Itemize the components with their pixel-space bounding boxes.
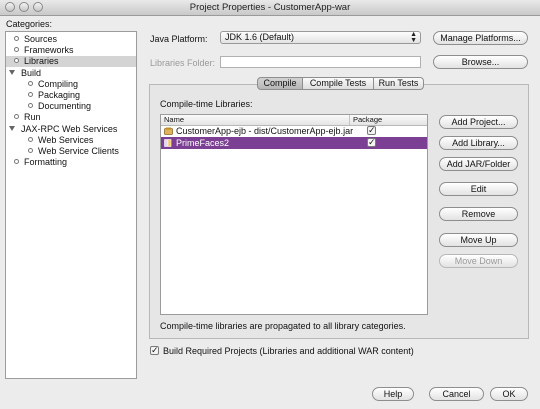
tree-bullet-icon bbox=[28, 80, 33, 86]
categories-tree[interactable]: Sources Frameworks Libraries Build Compiling… bbox=[5, 31, 137, 379]
java-platform-select[interactable]: JDK 1.6 (Default) ▲ ▼ bbox=[220, 31, 421, 44]
tree-item-label: Build bbox=[21, 67, 42, 78]
tree-item-web-services[interactable]: Web Services bbox=[28, 135, 93, 146]
tree-item-label: JAX-RPC Web Services bbox=[21, 123, 118, 134]
tree-item-label: Libraries bbox=[24, 56, 59, 67]
tree-bullet-icon bbox=[28, 148, 33, 153]
propagation-note: Compile-time libraries are propagated to… bbox=[160, 321, 406, 331]
manage-platforms-button[interactable]: Manage Platforms... bbox=[433, 31, 528, 45]
tree-item-web-service-clients[interactable]: Web Service Clients bbox=[28, 146, 119, 157]
tree-bullet-icon bbox=[14, 58, 19, 64]
tree-item-label: Web Services bbox=[38, 134, 94, 145]
tree-item-libraries[interactable]: Libraries bbox=[6, 56, 136, 68]
tree-item-label: Compiling bbox=[38, 78, 79, 89]
select-arrows-icon: ▲ ▼ bbox=[410, 31, 417, 44]
java-platform-value: JDK 1.6 (Default) bbox=[225, 32, 295, 42]
tree-item-label: Packaging bbox=[38, 90, 81, 100]
libraries-folder-label: Libraries Folder: bbox=[150, 58, 216, 68]
tree-item-sources[interactable]: Sources bbox=[14, 34, 57, 45]
tab-compile-tests[interactable]: Compile Tests bbox=[303, 77, 374, 90]
move-up-button[interactable]: Move Up bbox=[439, 233, 518, 247]
edit-button[interactable]: Edit bbox=[439, 182, 518, 196]
expand-triangle-icon bbox=[9, 125, 15, 131]
project-jar-icon bbox=[164, 127, 173, 135]
tree-item-build[interactable]: Build bbox=[9, 68, 41, 79]
tab-bar: Compile Compile Tests Run Tests bbox=[257, 77, 424, 90]
add-jar-folder-button[interactable]: Add JAR/Folder bbox=[439, 157, 518, 171]
tree-item-label: Run bbox=[24, 112, 41, 123]
tree-item-label: Documenting bbox=[38, 101, 92, 112]
title-bar: Project Properties - CustomerApp-war bbox=[0, 0, 540, 16]
categories-label: Categories: bbox=[6, 19, 53, 29]
row-name-cell: PrimeFaces2 bbox=[164, 137, 229, 149]
libraries-table[interactable]: Name Package CustomerApp-ejb - dist/Cust… bbox=[160, 114, 428, 315]
tree-item-documenting[interactable]: Documenting bbox=[28, 101, 91, 112]
tree-item-label: Web Service Clients bbox=[38, 146, 119, 156]
java-platform-label: Java Platform: bbox=[150, 34, 208, 44]
row-name-cell: CustomerApp-ejb - dist/CustomerApp-ejb.j… bbox=[164, 125, 353, 137]
tree-bullet-icon bbox=[28, 136, 33, 142]
tree-item-jax-rpc-web-services[interactable]: JAX-RPC Web Services bbox=[9, 124, 117, 135]
tree-item-label: Frameworks bbox=[24, 45, 74, 56]
table-row-selected[interactable]: PrimeFaces2 ✓ bbox=[161, 137, 427, 149]
compile-libraries-label: Compile-time Libraries: bbox=[160, 99, 253, 109]
tree-bullet-icon bbox=[28, 103, 33, 109]
ok-button[interactable]: OK bbox=[490, 387, 528, 401]
tree-item-label: Formatting bbox=[24, 157, 68, 168]
build-required-checkbox[interactable]: ✓ bbox=[150, 346, 159, 355]
help-button[interactable]: Help bbox=[372, 387, 414, 401]
table-row[interactable]: CustomerApp-ejb - dist/CustomerApp-ejb.j… bbox=[161, 125, 427, 137]
tree-bullet-icon bbox=[28, 92, 33, 97]
column-name-header[interactable]: Name bbox=[161, 115, 349, 125]
libraries-folder-field[interactable] bbox=[220, 56, 421, 68]
tree-bullet-icon bbox=[14, 47, 19, 53]
column-package-header[interactable]: Package bbox=[349, 115, 389, 125]
move-down-button[interactable]: Move Down bbox=[439, 254, 518, 268]
tree-bullet-icon bbox=[14, 36, 19, 41]
tree-item-packaging[interactable]: Packaging bbox=[28, 90, 80, 101]
build-required-label: Build Required Projects (Libraries and a… bbox=[163, 346, 414, 356]
add-project-button[interactable]: Add Project... bbox=[439, 115, 518, 129]
tree-item-formatting[interactable]: Formatting bbox=[14, 157, 67, 168]
tree-bullet-icon bbox=[14, 159, 19, 165]
tree-item-compiling[interactable]: Compiling bbox=[28, 79, 78, 90]
tree-item-label: Sources bbox=[24, 34, 58, 44]
tab-compile[interactable]: Compile bbox=[257, 77, 303, 90]
row-name-text: CustomerApp-ejb - dist/CustomerApp-ejb.j… bbox=[176, 126, 354, 136]
remove-button[interactable]: Remove bbox=[439, 207, 518, 221]
tree-bullet-icon bbox=[14, 114, 19, 120]
expand-triangle-icon bbox=[9, 69, 15, 75]
tree-item-frameworks[interactable]: Frameworks bbox=[14, 45, 74, 56]
library-icon bbox=[164, 139, 172, 147]
tab-run-tests[interactable]: Run Tests bbox=[374, 77, 424, 90]
add-library-button[interactable]: Add Library... bbox=[439, 136, 518, 150]
browse-button[interactable]: Browse... bbox=[433, 55, 528, 69]
row-name-text: PrimeFaces2 bbox=[176, 138, 230, 148]
cancel-button[interactable]: Cancel bbox=[429, 387, 484, 401]
package-checkbox[interactable]: ✓ bbox=[367, 126, 376, 135]
tree-item-run[interactable]: Run bbox=[14, 112, 41, 123]
package-checkbox[interactable]: ✓ bbox=[367, 138, 376, 147]
window-title: Project Properties - CustomerApp-war bbox=[189, 2, 351, 13]
